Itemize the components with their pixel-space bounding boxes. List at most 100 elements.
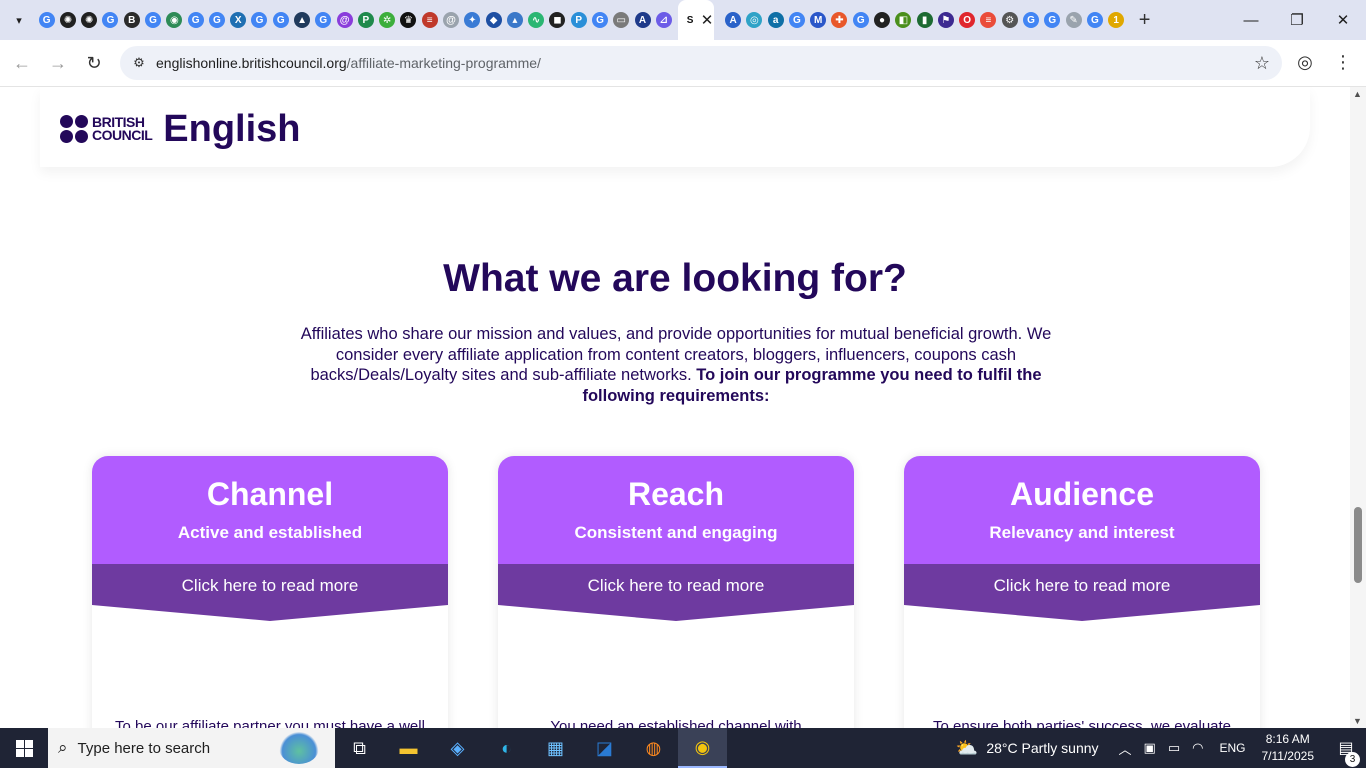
square-icon[interactable]: ◧ [895,12,912,28]
weather-widget[interactable]: 28°C Partly sunny [986,740,1098,756]
active-tab-close-icon[interactable]: ✕ [701,11,714,29]
card-reach: Reach Consistent and engaging Click here… [498,456,854,728]
swirl-icon[interactable]: @ [442,12,459,28]
puzzle-icon[interactable]: ✚ [831,12,848,28]
site-info-icon[interactable]: ⚙ [122,55,156,71]
camera-icon[interactable]: ◼ [549,12,566,28]
british-council-logo[interactable]: BRITISH COUNCIL English [60,109,301,149]
windows-taskbar: ⌕ Type here to search ⧉ ▬ ◈ ◐ ▦ ◪ ◍ ◉ ⛅ … [0,728,1366,768]
minimize-button[interactable]: — [1228,0,1274,40]
google-icon[interactable]: G [38,12,55,28]
page-scrollbar[interactable]: ▲ ▼ [1350,87,1366,728]
diamond-icon[interactable]: ◆ [485,12,502,28]
excel-icon[interactable]: X [230,12,247,28]
notifications-button[interactable]: ▤ 3 [1326,738,1366,767]
meet-icon[interactable]: ▣ [1144,740,1156,756]
m-icon[interactable]: M [810,12,827,28]
tab-list-after: A ◎ a G M ✚ G ● ◧ ▮ ⚑ O ≡ ⚙ G G ✎ G 1 [722,12,1126,28]
google-icon[interactable]: G [788,12,805,28]
ball-icon[interactable]: ● [874,12,891,28]
google-icon[interactable]: G [145,12,162,28]
new-tab-button[interactable]: + [1139,9,1151,32]
stripes-icon[interactable]: ≡ [980,12,997,28]
clock-date: 7/11/2025 [1261,749,1315,763]
url-text[interactable]: englishonline.britishcouncil.org/affilia… [156,55,541,71]
ai-icon[interactable]: ⊿ [655,12,672,28]
bar-chart-icon[interactable]: ▮ [916,12,933,28]
a-icon[interactable]: a [767,12,784,28]
aa-icon[interactable]: A [725,12,742,28]
globe-icon[interactable]: ◉ [166,12,183,28]
copilot-icon[interactable]: ◈ [433,728,482,768]
task-view-icon[interactable]: ⧉ [335,728,384,768]
firefox-icon[interactable]: ◍ [629,728,678,768]
read-more-button[interactable]: Click here to read more [92,564,448,605]
google-icon[interactable]: G [272,12,289,28]
start-button[interactable] [0,728,48,768]
p-icon[interactable]: P [357,12,374,28]
chatgpt-icon[interactable]: ✺ [81,12,98,28]
chrome-icon[interactable]: ◉ [678,728,727,768]
close-window-button[interactable]: ✕ [1320,0,1366,40]
google-icon[interactable]: G [315,12,332,28]
globe-icon[interactable]: ◎ [746,12,763,28]
scroll-up-icon[interactable]: ▲ [1353,89,1362,99]
one-icon[interactable]: 1 [1108,12,1125,28]
profile-icon[interactable]: ◎ [1294,52,1316,74]
reload-button[interactable]: ↻ [76,45,112,81]
weather-icon[interactable]: ⛅ [956,738,978,759]
google-icon[interactable]: G [1044,12,1061,28]
chart-icon[interactable]: ∿ [528,12,545,28]
flag-icon[interactable]: ⚑ [937,12,954,28]
tab-search-button[interactable]: ▾ [6,7,32,33]
clock[interactable]: 8:16 AM 7/11/2025 [1262,731,1315,765]
browser-menu-icon[interactable]: ⋮ [1334,52,1352,74]
active-tab[interactable]: S ✕ [678,0,715,40]
crown-icon[interactable]: ♛ [400,12,417,28]
language-indicator[interactable]: ENG [1219,741,1245,755]
gear-icon[interactable]: ⚙ [1001,12,1018,28]
outlook-icon[interactable]: ◪ [580,728,629,768]
chatgpt-icon[interactable]: ✺ [59,12,76,28]
card-subtitle: Active and established [177,523,363,542]
google-icon[interactable]: G [102,12,119,28]
triangle-icon[interactable]: ▴ [506,12,523,28]
file-explorer-icon[interactable]: ▬ [384,728,433,768]
section-intro: Affiliates who share our mission and val… [300,324,1052,407]
monitor-icon[interactable]: ▭ [613,12,630,28]
network-icon[interactable]: ◠ [1192,740,1203,756]
bookmark-star-icon[interactable]: ☆ [1254,53,1270,74]
at-icon[interactable]: @ [336,12,353,28]
forward-button[interactable]: → [40,45,76,81]
card-subtitle: Consistent and engaging [574,523,778,542]
b-icon[interactable]: B [123,12,140,28]
read-more-button[interactable]: Click here to read more [498,564,854,605]
compass-icon[interactable]: ✦ [464,12,481,28]
google-icon[interactable]: G [208,12,225,28]
maximize-button[interactable]: ❐ [1274,0,1320,40]
weather-temp: 28°C [986,740,1018,756]
chevron-up-icon[interactable]: ︿ [1119,739,1132,758]
battery-icon[interactable]: ▭ [1168,740,1180,756]
google-icon[interactable]: G [591,12,608,28]
scroll-down-icon[interactable]: ▼ [1353,716,1362,726]
lines-icon[interactable]: ≡ [421,12,438,28]
google-icon[interactable]: G [1086,12,1103,28]
back-button[interactable]: ← [4,45,40,81]
graduation-cap-icon[interactable]: ▲ [294,12,311,28]
pen-icon[interactable]: ✎ [1065,12,1082,28]
scroll-thumb[interactable] [1354,507,1362,583]
google-icon[interactable]: G [187,12,204,28]
google-icon[interactable]: G [251,12,268,28]
opera-icon[interactable]: O [959,12,976,28]
taskbar-search[interactable]: ⌕ Type here to search [48,728,335,768]
a-icon[interactable]: A [634,12,651,28]
edge-icon[interactable]: ◐ [482,728,531,768]
recycle-icon[interactable]: ✲ [379,12,396,28]
read-more-button[interactable]: Click here to read more [904,564,1260,605]
google-icon[interactable]: G [852,12,869,28]
google-icon[interactable]: G [1023,12,1040,28]
p-icon[interactable]: P [570,12,587,28]
address-bar[interactable]: ⚙ englishonline.britishcouncil.org/affil… [120,46,1282,80]
store-icon[interactable]: ▦ [531,728,580,768]
